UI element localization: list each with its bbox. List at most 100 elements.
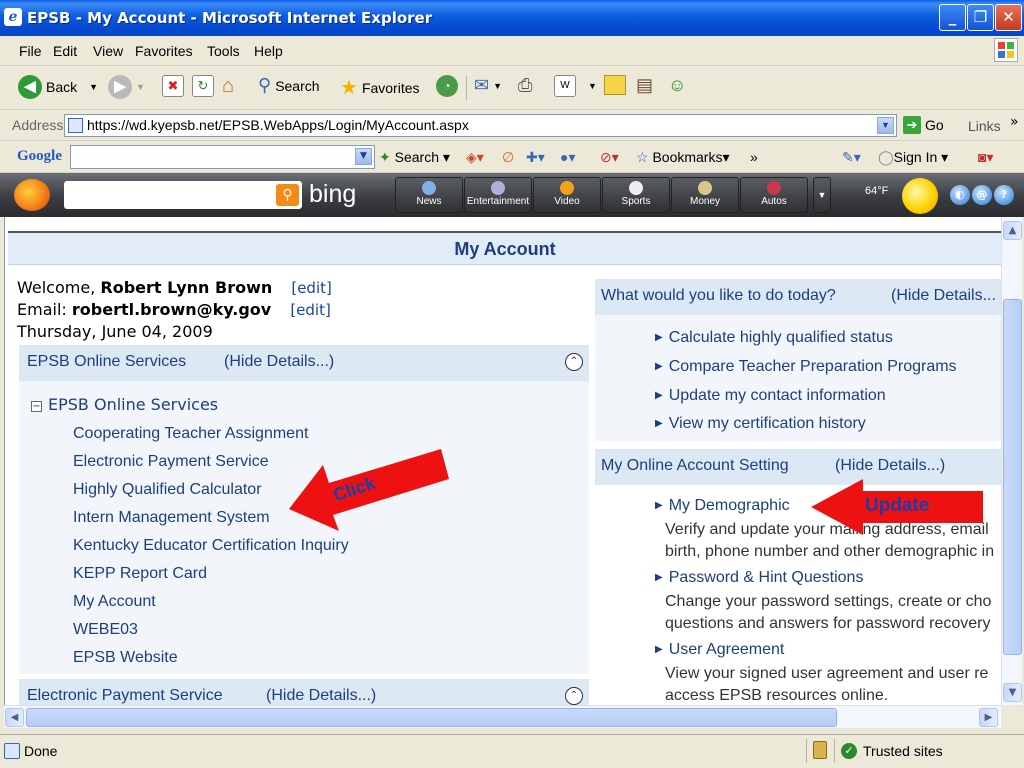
minus-box-icon: − (31, 401, 42, 412)
menu-help[interactable]: Help (254, 43, 283, 59)
lock-icon[interactable] (813, 741, 827, 759)
scroll-left-button[interactable]: ◀ (5, 708, 24, 727)
collapse-icon[interactable]: ⌃ (565, 353, 583, 371)
vertical-scrollbar[interactable]: ▲ ▼ (1001, 217, 1022, 705)
popup-blocker-icon[interactable]: ◈▾ (466, 149, 484, 166)
service-link-intern-management[interactable]: Intern Management System (73, 509, 270, 527)
chevron-down-icon: ▼ (136, 82, 145, 92)
service-link[interactable]: Electronic Payment Service (73, 453, 269, 471)
hide-details-link[interactable]: (Hide Details...) (835, 457, 945, 475)
menu-favorites[interactable]: Favorites (135, 43, 193, 59)
service-link[interactable]: My Account (73, 593, 156, 611)
globe-icon[interactable]: ◐ (950, 185, 970, 205)
user-agreement-link[interactable]: ▶ User Agreement (655, 641, 784, 659)
service-link[interactable]: KEPP Report Card (73, 565, 207, 583)
todo-link[interactable]: ▶ View my certification history (655, 415, 866, 433)
welcome-line: Welcome, Robert Lynn Brown [edit] (17, 277, 332, 299)
bing-search-input[interactable] (64, 181, 302, 209)
service-link[interactable]: EPSB Website (73, 649, 178, 667)
bing-video-button[interactable]: Video (533, 177, 601, 213)
bing-entertainment-button[interactable]: Entertainment (464, 177, 532, 213)
dell-icon[interactable]: ●▾ (560, 149, 575, 166)
panel-title: My Online Account Setting (601, 457, 789, 474)
bing-sports-button[interactable]: Sports (602, 177, 670, 213)
more-button[interactable]: » (750, 149, 758, 165)
plus-icon[interactable]: ✚▾ (526, 149, 545, 166)
todo-panel-header: What would you like to do today? (Hide D… (595, 279, 1002, 315)
research-button[interactable]: ▤ (636, 75, 653, 96)
back-button[interactable]: ◀ Back ▼ (18, 75, 98, 99)
temperature: 64°F (865, 185, 889, 197)
sign-in-button[interactable]: ◯Sign In ▾ (878, 149, 948, 166)
collapse-icon[interactable]: ⌃ (565, 687, 583, 705)
history-button[interactable]: ◔ (436, 75, 458, 97)
window-title: EPSB - My Account - Microsoft Internet E… (27, 9, 433, 27)
bing-more-button[interactable]: ▼ (813, 177, 831, 213)
wrench-icon[interactable]: ✎▾ (842, 149, 861, 166)
maximize-button[interactable]: ❐ (967, 4, 994, 31)
chevron-right-icon[interactable]: » (1010, 114, 1019, 130)
mail-button[interactable]: ✉ ▼ (474, 75, 502, 96)
print-button[interactable]: ⎙ (518, 75, 532, 96)
forward-button[interactable]: ▶ ▼ (108, 75, 145, 99)
bing-autos-button[interactable]: Autos (740, 177, 808, 213)
spellcheck-icon[interactable]: ∅ (502, 149, 514, 166)
tree-root[interactable]: − EPSB Online Services (31, 395, 218, 414)
horizontal-scroll-thumb[interactable] (26, 708, 837, 727)
minimize-button[interactable]: _ (939, 4, 966, 31)
stop-button[interactable]: ✖ (162, 75, 184, 97)
scroll-up-button[interactable]: ▲ (1003, 221, 1022, 240)
chevron-down-icon[interactable]: ▼ (877, 117, 894, 134)
go-button[interactable]: ➔ Go (903, 116, 944, 134)
home-button[interactable]: ⌂ (222, 75, 234, 98)
service-link[interactable]: Cooperating Teacher Assignment (73, 425, 308, 443)
address-input[interactable]: https://wd.kyepsb.net/EPSB.WebApps/Login… (64, 114, 897, 137)
google-search-button[interactable]: ✦ Search ▾ (379, 149, 450, 166)
todo-link[interactable]: ▶ Update my contact information (655, 387, 886, 405)
links-button[interactable]: Links (968, 118, 1001, 134)
bing-search-button[interactable]: ⚲ (276, 184, 299, 206)
hide-details-link[interactable]: (Hide Details...) (224, 353, 334, 371)
menu-view[interactable]: View (93, 43, 123, 59)
hide-details-link[interactable]: (Hide Details... (891, 287, 996, 305)
my-demographic-link[interactable]: ▶ My Demographic (655, 497, 790, 515)
edit-name-link[interactable]: [edit] (291, 279, 332, 297)
panel-title: What would you like to do today? (601, 287, 836, 304)
close-button[interactable]: ✕ (995, 4, 1022, 31)
horizontal-scrollbar[interactable]: ◀ ▶ (4, 705, 1001, 728)
password-link[interactable]: ▶ Password & Hint Questions (655, 569, 863, 587)
blocked-icon[interactable]: ⊘▾ (600, 149, 619, 166)
edit-button[interactable]: W ▼ (554, 75, 597, 97)
menu-file[interactable]: File (19, 43, 42, 59)
hide-details-link[interactable]: (Hide Details...) (266, 687, 376, 705)
messenger-button[interactable]: ☺ (668, 75, 686, 96)
settings-icon[interactable]: ◙▾ (978, 149, 993, 166)
edit-page-icon: W (554, 75, 576, 97)
service-link[interactable]: WEBE03 (73, 621, 138, 639)
todo-link[interactable]: ▶ Calculate highly qualified status (655, 329, 893, 347)
refresh-button[interactable]: ↻ (192, 75, 214, 97)
favorites-button[interactable]: ★ Favorites (340, 75, 420, 100)
chevron-down-icon[interactable]: ▼ (355, 148, 372, 165)
bing-money-button[interactable]: Money (671, 177, 739, 213)
help-icon[interactable]: ? (994, 185, 1014, 205)
bing-news-button[interactable]: News (395, 177, 463, 213)
favorites-label: Favorites (361, 79, 420, 96)
edit-email-link[interactable]: [edit] (290, 301, 331, 319)
menu-edit[interactable]: Edit (53, 43, 77, 59)
google-search-input[interactable]: ▼ (70, 145, 375, 169)
todo-link[interactable]: ▶ Compare Teacher Preparation Programs (655, 358, 957, 376)
scroll-down-button[interactable]: ▼ (1003, 683, 1022, 702)
mail-icon[interactable]: @ (972, 185, 992, 205)
service-link[interactable]: Highly Qualified Calculator (73, 481, 262, 499)
vertical-scroll-thumb[interactable] (1003, 299, 1022, 655)
menu-tools[interactable]: Tools (207, 43, 240, 59)
discuss-button[interactable] (604, 75, 626, 95)
search-button[interactable]: ⚲ Search (258, 75, 320, 96)
bookmarks-button[interactable]: ☆ Bookmarks▾ (636, 149, 730, 166)
scroll-right-button[interactable]: ▶ (979, 708, 998, 727)
security-zone[interactable]: Trusted sites (863, 743, 943, 759)
service-link[interactable]: Kentucky Educator Certification Inquiry (73, 537, 349, 555)
todo-panel-body: ▶ Calculate highly qualified status ▶ Comp… (595, 315, 1002, 441)
back-label: Back (46, 79, 78, 95)
